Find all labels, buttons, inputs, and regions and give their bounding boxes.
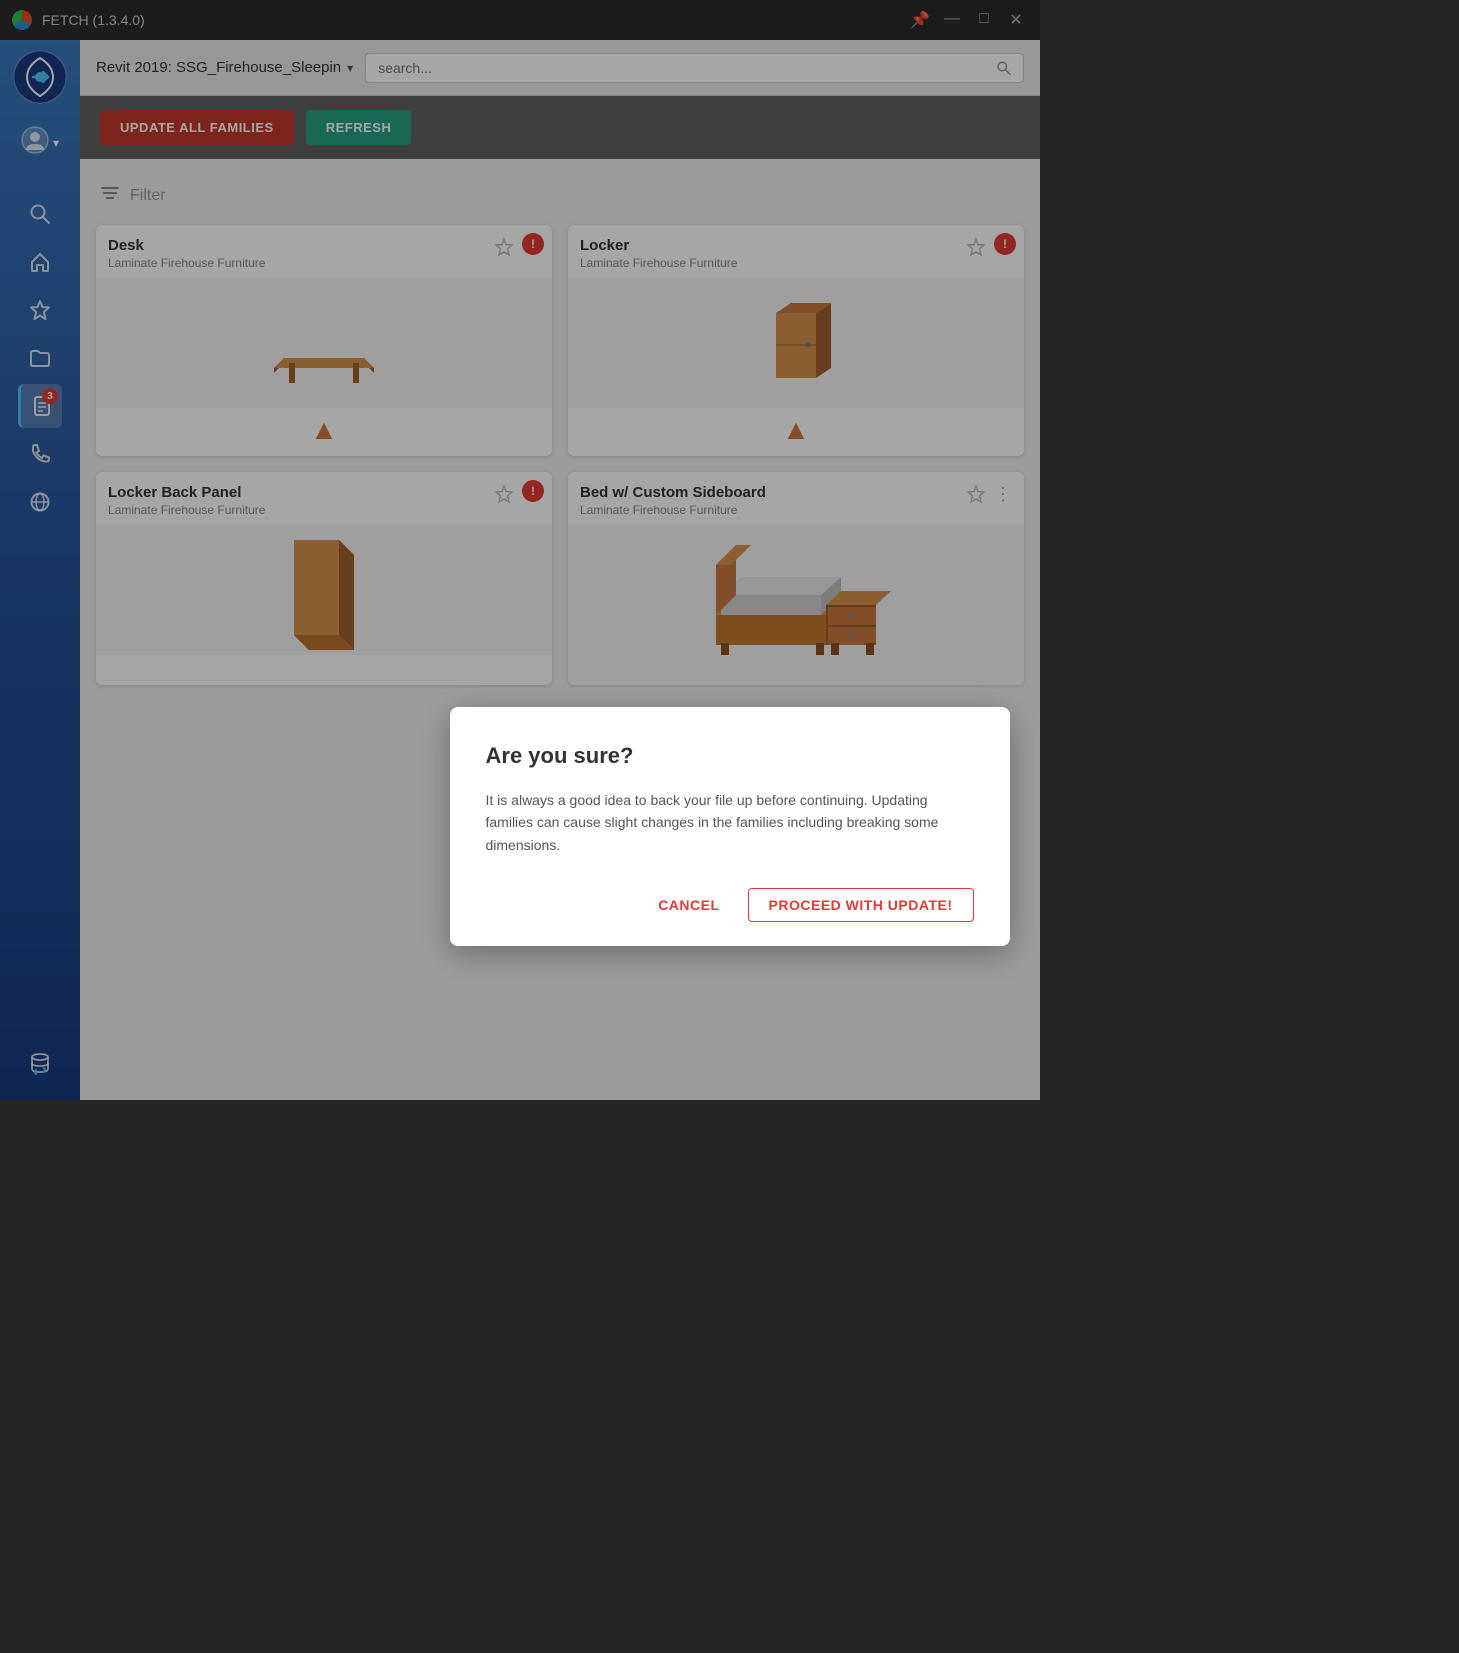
dialog-body: It is always a good idea to back your fi…: [486, 789, 974, 856]
cancel-button[interactable]: CANCEL: [646, 888, 731, 922]
confirmation-dialog: Are you sure? It is always a good idea t…: [450, 707, 1010, 946]
proceed-with-update-button[interactable]: PROCEED WITH UPDATE!: [748, 888, 974, 922]
modal-overlay[interactable]: Are you sure? It is always a good idea t…: [0, 0, 1459, 1653]
dialog-title: Are you sure?: [486, 743, 974, 769]
dialog-actions: CANCEL PROCEED WITH UPDATE!: [486, 888, 974, 922]
